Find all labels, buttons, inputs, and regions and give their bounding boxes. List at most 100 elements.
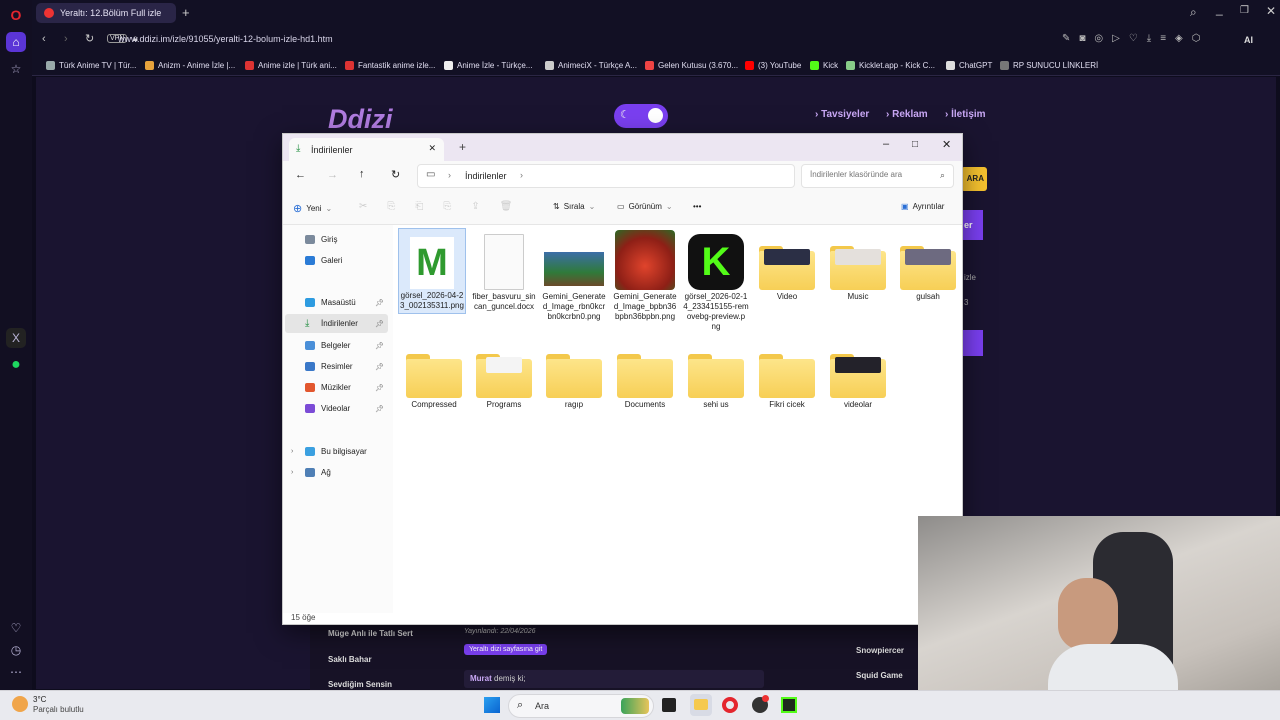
bookmark-item[interactable]: ChatGPT	[946, 61, 992, 70]
file-item-image[interactable]: Gemini_Generate d_Image_rbn0kcr bn0kcrbn…	[540, 230, 608, 322]
comment-user[interactable]: Murat	[470, 674, 492, 683]
nav-item-documents[interactable]: Belgeler 📌︎	[285, 336, 388, 355]
file-item-docx[interactable]: fiber_basvuru_sin can_guncel.docx	[470, 230, 538, 312]
folder-item[interactable]: Music	[824, 230, 892, 302]
bookmark-item[interactable]: Türk Anime TV | Tür...	[46, 61, 136, 70]
view-button[interactable]: ▭ Görünüm ⌄	[617, 202, 673, 211]
folder-item[interactable]: Programs	[470, 338, 538, 410]
history-icon[interactable]: ◷	[6, 640, 26, 660]
folder-item[interactable]: gulsah	[894, 230, 962, 302]
maximize-icon[interactable]: □	[912, 139, 918, 150]
weather-icon[interactable]	[12, 696, 28, 712]
nav-link-tavsiyeler[interactable]: › Tavsiyeler	[815, 109, 869, 120]
more-icon[interactable]: ⋯	[6, 662, 26, 682]
back-icon[interactable]: ‹	[42, 33, 46, 45]
folder-item[interactable]: Fikri cicek	[753, 338, 821, 410]
folder-item[interactable]: ragıp	[540, 338, 608, 410]
file-explorer-taskbar-icon[interactable]	[690, 694, 712, 716]
nav-item-videos[interactable]: Videolar 📌︎	[285, 399, 388, 418]
close-icon[interactable]: ✕	[1266, 4, 1276, 18]
folder-item[interactable]: Documents	[611, 338, 679, 410]
app-taskbar-icon[interactable]	[752, 695, 769, 713]
windows-start-icon[interactable]	[484, 697, 500, 713]
file-item-image[interactable]: K görsel_2026-02-1 4_233415155-rem ovebg…	[682, 230, 750, 332]
taskbar-search[interactable]: ⌕ Ara	[508, 694, 654, 718]
nav-item-downloads[interactable]: ⤓ İndirilenler 📌︎	[285, 314, 388, 333]
weather-temperature[interactable]: 3°C	[33, 695, 46, 704]
maximize-icon[interactable]: ❐	[1240, 5, 1249, 16]
opera-taskbar-icon[interactable]	[722, 697, 738, 713]
ai-button[interactable]: AI	[1244, 35, 1253, 45]
terminal-taskbar-icon[interactable]	[781, 697, 797, 713]
refresh-icon[interactable]: ↻	[391, 168, 400, 181]
series-link[interactable]: Müge Anlı ile Tatlı Sert	[328, 629, 413, 638]
reload-icon[interactable]: ↻	[85, 32, 94, 45]
more-options-button[interactable]: •••	[693, 202, 701, 211]
search-input[interactable]	[810, 170, 935, 179]
spotify-icon[interactable]: ●	[6, 355, 26, 375]
folder-item[interactable]: Video	[753, 230, 821, 302]
search-box[interactable]: ⌕	[801, 164, 954, 188]
nav-link-iletisim[interactable]: › İletişim	[945, 109, 986, 120]
back-arrow-icon[interactable]: ←	[295, 169, 306, 181]
address-breadcrumb[interactable]: ▭ › İndirilenler ›	[417, 164, 795, 188]
star-icon[interactable]: ☆	[6, 59, 26, 79]
minimize-icon[interactable]: _	[1216, 2, 1223, 16]
bookmark-item[interactable]: Gelen Kutusu (3.670...	[645, 61, 738, 70]
bookmark-item[interactable]: Fantastik anime izle...	[345, 61, 435, 70]
bookmark-item[interactable]: Anizm - Anime İzle |...	[145, 61, 235, 70]
new-button[interactable]: ⊕ Yeni ⌄	[293, 202, 332, 215]
new-tab-icon[interactable]: +	[182, 5, 190, 20]
series-link[interactable]: Snowpiercer	[856, 646, 904, 655]
site-logo[interactable]: Ddizi	[328, 104, 393, 135]
close-tab-icon[interactable]: ✕	[428, 143, 436, 154]
x-twitter-icon[interactable]: X	[6, 328, 26, 348]
close-icon[interactable]: ✕	[942, 138, 951, 151]
nav-item-home[interactable]: Giriş	[285, 230, 388, 249]
forward-arrow-icon[interactable]: →	[327, 169, 338, 181]
weather-description[interactable]: Parçalı bulutlu	[33, 705, 84, 714]
forward-icon[interactable]: ›	[64, 33, 68, 45]
task-view-icon[interactable]	[662, 698, 676, 712]
series-link[interactable]: Saklı Bahar	[328, 655, 372, 664]
bookmark-item[interactable]: Kicklet.app - Kick C...	[846, 61, 935, 70]
browser-tab-active[interactable]: Yeraltı: 12.Bölüm Full izle	[36, 3, 176, 23]
bookmark-item[interactable]: (3) YouTube	[745, 61, 801, 70]
bookmark-item[interactable]: AnimeciX - Türkçe A...	[545, 61, 637, 70]
home-icon[interactable]: ⌂	[6, 32, 26, 52]
sort-button[interactable]: ⇅ Sırala ⌄	[553, 202, 595, 211]
nav-item-desktop[interactable]: Masaüstü 📌︎	[285, 293, 388, 312]
folder-item[interactable]: sehi us	[682, 338, 750, 410]
up-arrow-icon[interactable]: ↑	[359, 168, 365, 180]
bookmark-item[interactable]: RP SUNUCU LİNKLERİ	[1000, 61, 1098, 70]
file-item-image[interactable]: Gemini_Generate d_Image_bpbn36 bpbn36bpb…	[611, 230, 679, 322]
nav-item-network[interactable]: › Ağ	[285, 463, 388, 482]
folder-item[interactable]: Compressed	[400, 338, 468, 410]
series-link[interactable]: Squid Game	[856, 671, 903, 680]
nav-item-gallery[interactable]: Galeri	[285, 251, 388, 270]
nav-item-pictures[interactable]: Resimler 📌︎	[285, 357, 388, 376]
opera-logo-icon[interactable]: O	[6, 5, 26, 25]
toolbar-extension-icons[interactable]: ✎◙◎▷♡⤓≡◈⬡	[1062, 33, 1209, 44]
nav-item-music[interactable]: Müzikler 📌︎	[285, 378, 388, 397]
bookmark-item[interactable]: Kick	[810, 61, 838, 70]
bookmark-item[interactable]: Anime İzle - Türkçe...	[444, 61, 532, 70]
heart-icon[interactable]: ♡	[6, 618, 26, 638]
nav-link-reklam[interactable]: › Reklam	[886, 109, 928, 120]
minimize-icon[interactable]: –	[883, 138, 889, 150]
series-link[interactable]: Sevdiğim Sensin	[328, 680, 392, 689]
breadcrumb-current[interactable]: İndirilenler	[465, 171, 507, 181]
search-button[interactable]: ARA	[961, 167, 987, 191]
nav-item-this-pc[interactable]: › Bu bilgisayar	[285, 442, 388, 461]
details-pane-button[interactable]: ▣ Ayrıntılar	[901, 202, 944, 211]
url-text[interactable]: www.ddizi.im/izle/91055/yeralti-12-bolum…	[118, 34, 333, 44]
series-page-tag[interactable]: Yeraltı dizi sayfasına git	[464, 644, 548, 655]
bookmark-item[interactable]: Anime izle | Türk ani...	[245, 61, 337, 70]
explorer-tab[interactable]: ⤓ İndirilenler ✕	[289, 138, 444, 161]
search-tabs-icon[interactable]: ⌕	[1190, 5, 1197, 20]
folder-item[interactable]: videolar	[824, 338, 892, 410]
new-tab-icon[interactable]: +	[459, 140, 466, 154]
file-item-image[interactable]: M görsel_2026-04-2 3_002135311.png	[398, 228, 466, 314]
home-icon	[305, 235, 315, 244]
theme-toggle[interactable]: ☾	[614, 104, 668, 128]
